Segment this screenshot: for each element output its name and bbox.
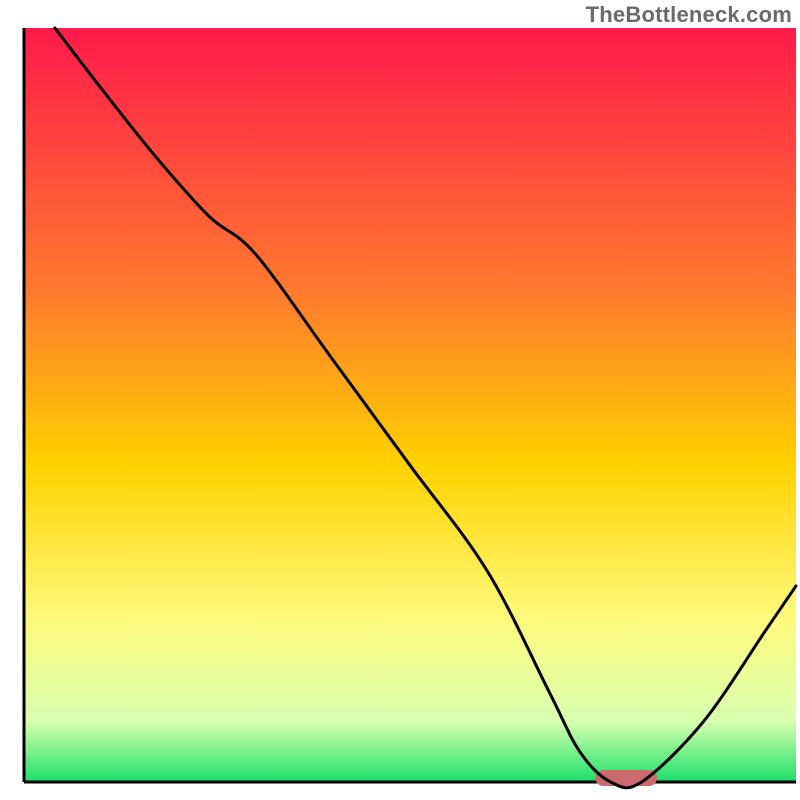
- gradient-background: [24, 28, 796, 782]
- bottleneck-chart: [0, 0, 800, 800]
- chart-container: { "attribution": "TheBottleneck.com", "c…: [0, 0, 800, 800]
